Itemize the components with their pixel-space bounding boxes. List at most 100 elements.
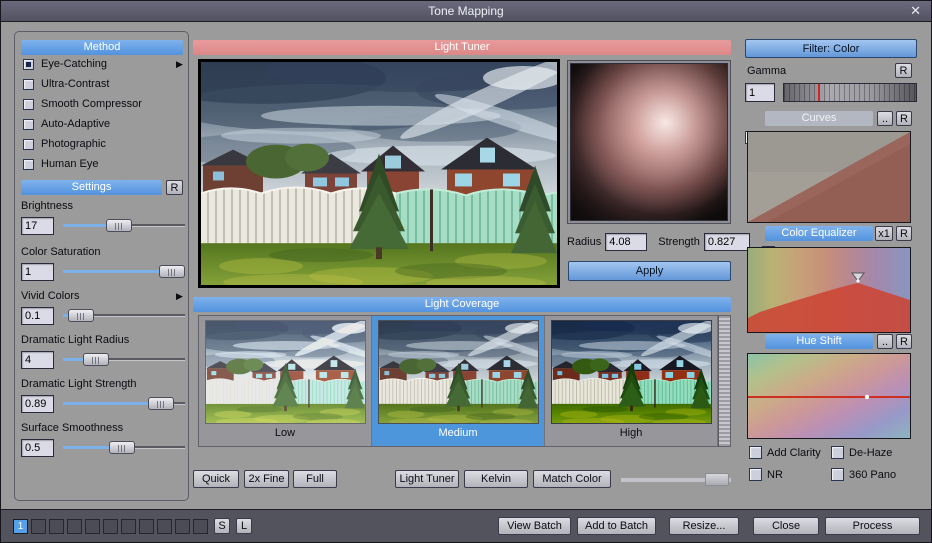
- slider-thumb[interactable]: [158, 265, 185, 278]
- batch-slot-10[interactable]: [175, 518, 190, 534]
- slider-fill: [63, 270, 172, 273]
- color-saturation-input[interactable]: [21, 263, 54, 281]
- resize-button[interactable]: Resize...: [669, 517, 739, 535]
- brightness-slider[interactable]: [63, 217, 185, 235]
- slider-thumb[interactable]: [68, 309, 95, 322]
- color-equalizer-x1-button[interactable]: x1: [875, 226, 893, 241]
- fine-2x-button[interactable]: 2x Fine: [244, 470, 289, 488]
- vivid-colors-slider[interactable]: [63, 307, 185, 325]
- nr-option[interactable]: NR: [749, 468, 783, 481]
- dramatic-light-radius-slider[interactable]: [63, 351, 185, 369]
- slider-label: Surface Smoothness: [21, 422, 124, 434]
- light-tuner-sphere[interactable]: [567, 60, 731, 224]
- method-option-human-eye[interactable]: Human Eye: [23, 158, 98, 170]
- slider-label: Dramatic Light Radius: [21, 334, 130, 346]
- batch-slot-4[interactable]: [67, 518, 82, 534]
- hue-shift-more-button[interactable]: ..: [877, 334, 893, 349]
- filter-color-button[interactable]: Filter: Color: [745, 39, 917, 58]
- kelvin-button[interactable]: Kelvin: [464, 470, 528, 488]
- radius-input[interactable]: [605, 233, 648, 251]
- preview-balance-slider[interactable]: [621, 473, 731, 486]
- batch-slot-9[interactable]: [157, 518, 172, 534]
- method-option-auto-adaptive[interactable]: Auto-Adaptive: [23, 118, 110, 130]
- de-haze-checkbox[interactable]: [831, 446, 844, 459]
- coverage-scrollbar[interactable]: [718, 316, 730, 446]
- method-option-eye-catching[interactable]: Eye-Catching: [23, 58, 107, 70]
- view-batch-button[interactable]: View Batch: [498, 517, 571, 535]
- batch-slot-8[interactable]: [139, 518, 154, 534]
- slider-thumb[interactable]: [704, 473, 729, 486]
- color-equalizer-image: [748, 248, 910, 332]
- match-color-button[interactable]: Match Color: [533, 470, 611, 488]
- radius-label: Radius: [567, 236, 602, 248]
- light-tuner-button[interactable]: Light Tuner: [395, 470, 459, 488]
- nr-checkbox[interactable]: [749, 468, 762, 481]
- process-button[interactable]: Process: [825, 517, 920, 535]
- s-button[interactable]: S: [214, 518, 230, 534]
- chevron-right-icon[interactable]: ▶: [176, 59, 183, 70]
- coverage-low-image: [204, 320, 366, 424]
- batch-slot-6[interactable]: [103, 518, 118, 534]
- surface-smoothness-slider[interactable]: [63, 439, 185, 457]
- de-haze-option[interactable]: De-Haze: [831, 446, 892, 459]
- add-to-batch-button[interactable]: Add to Batch: [577, 517, 656, 535]
- slider-thumb[interactable]: [82, 353, 109, 366]
- radio-photographic[interactable]: [23, 138, 34, 150]
- close-icon[interactable]: ✕: [910, 3, 921, 19]
- pano-360-checkbox[interactable]: [831, 468, 844, 481]
- add-clarity-checkbox[interactable]: [749, 446, 762, 459]
- quick-button[interactable]: Quick: [193, 470, 239, 488]
- curves-preview[interactable]: [747, 131, 911, 223]
- coverage-high[interactable]: High: [545, 316, 718, 446]
- gamma-reset-button[interactable]: R: [895, 63, 912, 78]
- main-preview-image[interactable]: [198, 59, 560, 288]
- l-button[interactable]: L: [236, 518, 252, 534]
- dramatic-light-strength-slider[interactable]: [63, 395, 185, 413]
- hue-shift-reset-button[interactable]: R: [896, 334, 912, 349]
- brightness-input[interactable]: [21, 217, 54, 235]
- radio-smooth-compressor[interactable]: [23, 98, 34, 110]
- method-option-photographic[interactable]: Photographic: [23, 138, 106, 150]
- chevron-right-icon[interactable]: ▶: [176, 291, 183, 302]
- radio-human-eye[interactable]: [23, 158, 34, 170]
- title-bar[interactable]: Tone Mapping ✕: [1, 1, 931, 22]
- radio-eye-catching[interactable]: [23, 58, 34, 70]
- radio-ultra-contrast[interactable]: [23, 78, 34, 90]
- full-button[interactable]: Full: [293, 470, 337, 488]
- batch-slot-1[interactable]: 1: [13, 518, 28, 534]
- strength-label: Strength: [658, 236, 700, 248]
- color-equalizer-reset-button[interactable]: R: [896, 226, 912, 241]
- gamma-slider[interactable]: [783, 83, 917, 102]
- strength-input[interactable]: [703, 233, 750, 251]
- pano-360-option[interactable]: 360 Pano: [831, 468, 896, 481]
- light-coverage-header: Light Coverage: [193, 297, 731, 312]
- hue-shift-preview[interactable]: [747, 353, 911, 439]
- batch-slot-5[interactable]: [85, 518, 100, 534]
- dramatic-light-strength-input[interactable]: [21, 395, 54, 413]
- coverage-medium[interactable]: Medium: [372, 316, 545, 446]
- curves-more-button[interactable]: ..: [877, 111, 893, 126]
- batch-slot-3[interactable]: [49, 518, 64, 534]
- batch-slot-11[interactable]: [193, 518, 208, 534]
- gamma-input[interactable]: [745, 83, 775, 102]
- curves-reset-button[interactable]: R: [896, 111, 912, 126]
- method-option-smooth-compressor[interactable]: Smooth Compressor: [23, 98, 142, 110]
- slider-thumb[interactable]: [108, 441, 135, 454]
- color-equalizer-preview[interactable]: [747, 247, 911, 333]
- close-button[interactable]: Close: [753, 517, 819, 535]
- surface-smoothness-input[interactable]: [21, 439, 54, 457]
- color-saturation-slider[interactable]: [63, 263, 185, 281]
- batch-slot-2[interactable]: [31, 518, 46, 534]
- method-option-ultra-contrast[interactable]: Ultra-Contrast: [23, 78, 109, 90]
- slider-thumb[interactable]: [106, 219, 133, 232]
- add-clarity-option[interactable]: Add Clarity: [749, 446, 821, 459]
- dramatic-light-radius-input[interactable]: [21, 351, 54, 369]
- radio-auto-adaptive[interactable]: [23, 118, 34, 130]
- settings-reset-button[interactable]: R: [166, 180, 183, 195]
- apply-button[interactable]: Apply: [568, 261, 731, 281]
- batch-slot-row: 1: [13, 518, 208, 534]
- batch-slot-7[interactable]: [121, 518, 136, 534]
- vivid-colors-input[interactable]: [21, 307, 54, 325]
- slider-thumb[interactable]: [147, 397, 174, 410]
- coverage-low[interactable]: Low: [199, 316, 372, 446]
